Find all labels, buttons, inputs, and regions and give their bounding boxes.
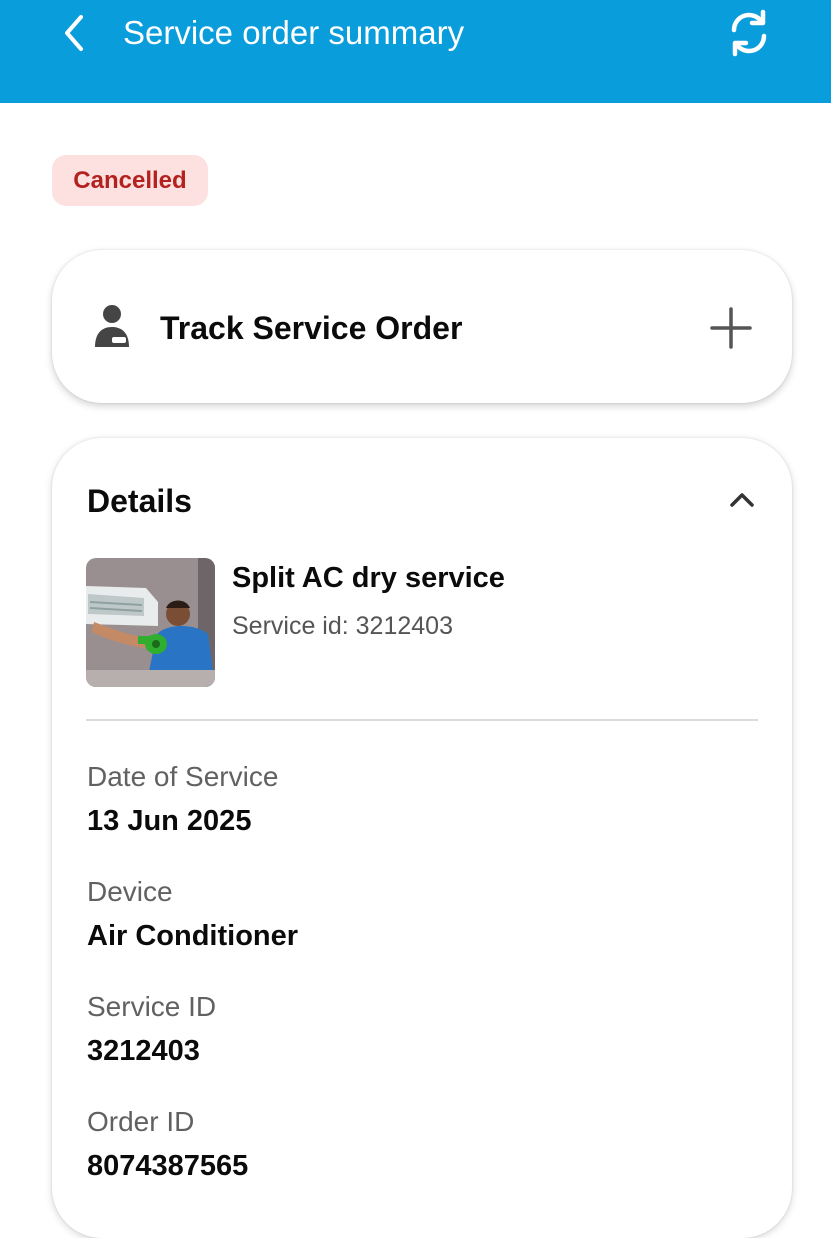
field-label-device: Device (87, 876, 173, 907)
field-value-order-id: 8074387565 (87, 1150, 249, 1182)
divider (86, 719, 758, 721)
status-badge: Cancelled (52, 155, 208, 206)
back-button[interactable] (52, 8, 96, 58)
service-thumbnail (86, 558, 215, 687)
field-label-date: Date of Service (87, 761, 279, 792)
plus-icon[interactable] (708, 305, 754, 351)
service-name: Split AC dry service (232, 562, 505, 594)
service-id-line: Service id: 3212403 (232, 612, 453, 640)
refresh-button[interactable] (722, 6, 776, 60)
field-value-service-id: 3212403 (87, 1035, 200, 1067)
page-title: Service order summary (123, 14, 465, 51)
technician-icon (95, 305, 129, 347)
track-service-order-label: Track Service Order (160, 310, 463, 346)
field-label-service-id: Service ID (87, 991, 217, 1022)
field-label-order-id: Order ID (87, 1106, 195, 1137)
ac-service-photo (86, 558, 215, 687)
refresh-icon (731, 9, 767, 57)
field-value-date: 13 Jun 2025 (87, 805, 252, 837)
collapse-details-button[interactable] (724, 482, 760, 518)
details-heading: Details (87, 483, 192, 519)
app-header: Service order summary (0, 0, 831, 103)
chevron-left-icon (65, 15, 83, 51)
chevron-up-icon (730, 493, 754, 507)
field-value-device: Air Conditioner (87, 920, 299, 952)
details-card: Details Split AC dry service Service id:… (52, 438, 792, 1238)
track-service-order-card[interactable]: Track Service Order (52, 250, 792, 403)
